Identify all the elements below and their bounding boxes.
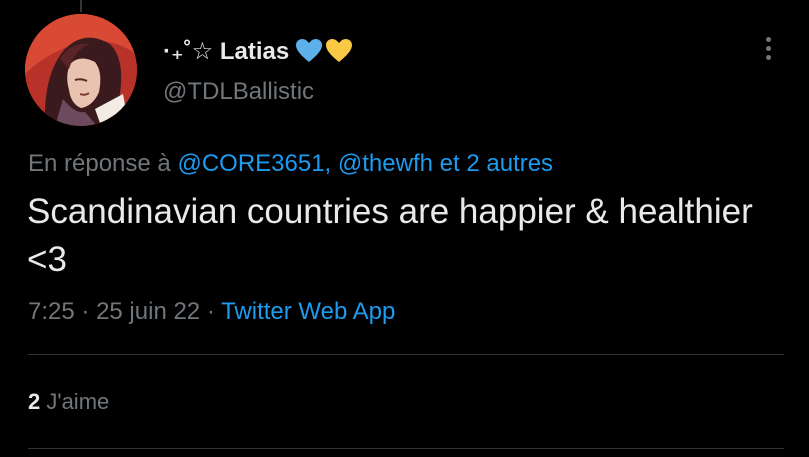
author-name-row[interactable]: ·₊˚☆ Latias — [163, 34, 353, 68]
blue-heart-icon — [296, 39, 323, 62]
avatar[interactable] — [25, 14, 137, 126]
meta-separator: · — [81, 298, 90, 325]
author-display-name[interactable]: ·₊˚☆ Latias — [163, 37, 289, 66]
tweet-time[interactable]: 7:25 — [28, 298, 75, 325]
character-portrait-icon — [25, 14, 137, 126]
name-emojis — [295, 38, 353, 64]
divider — [28, 448, 784, 449]
tweet-source-link[interactable]: Twitter Web App — [221, 298, 395, 325]
mention-link-thewfh[interactable]: @thewfh — [338, 150, 433, 177]
more-dot-icon — [765, 54, 771, 60]
author-handle[interactable]: @TDLBallistic — [163, 78, 314, 106]
more-options-button[interactable] — [754, 32, 782, 64]
thread-connector-line — [80, 0, 82, 12]
divider — [28, 354, 784, 355]
more-dot-icon — [765, 45, 771, 51]
tweet-date[interactable]: 25 juin 22 — [96, 298, 200, 325]
mention-link-core3651[interactable]: @CORE3651, — [177, 150, 331, 177]
meta-separator: · — [206, 298, 215, 325]
tweet-meta: 7:25 · 25 juin 22 · Twitter Web App — [28, 298, 395, 326]
yellow-heart-icon — [326, 39, 353, 62]
tweet-text: Scandinavian countries are happier & hea… — [27, 192, 753, 279]
reply-context: En réponse à @CORE3651, @thewfh et 2 aut… — [28, 150, 553, 178]
mention-link-others[interactable]: 2 autres — [466, 150, 553, 177]
likes-stat[interactable]: 2 J'aime — [28, 389, 109, 415]
likes-label: J'aime — [46, 389, 110, 414]
more-dot-icon — [765, 36, 771, 42]
reply-joiner[interactable]: et — [440, 150, 460, 177]
reply-prefix: En réponse à — [28, 150, 171, 177]
likes-count: 2 — [28, 389, 41, 414]
